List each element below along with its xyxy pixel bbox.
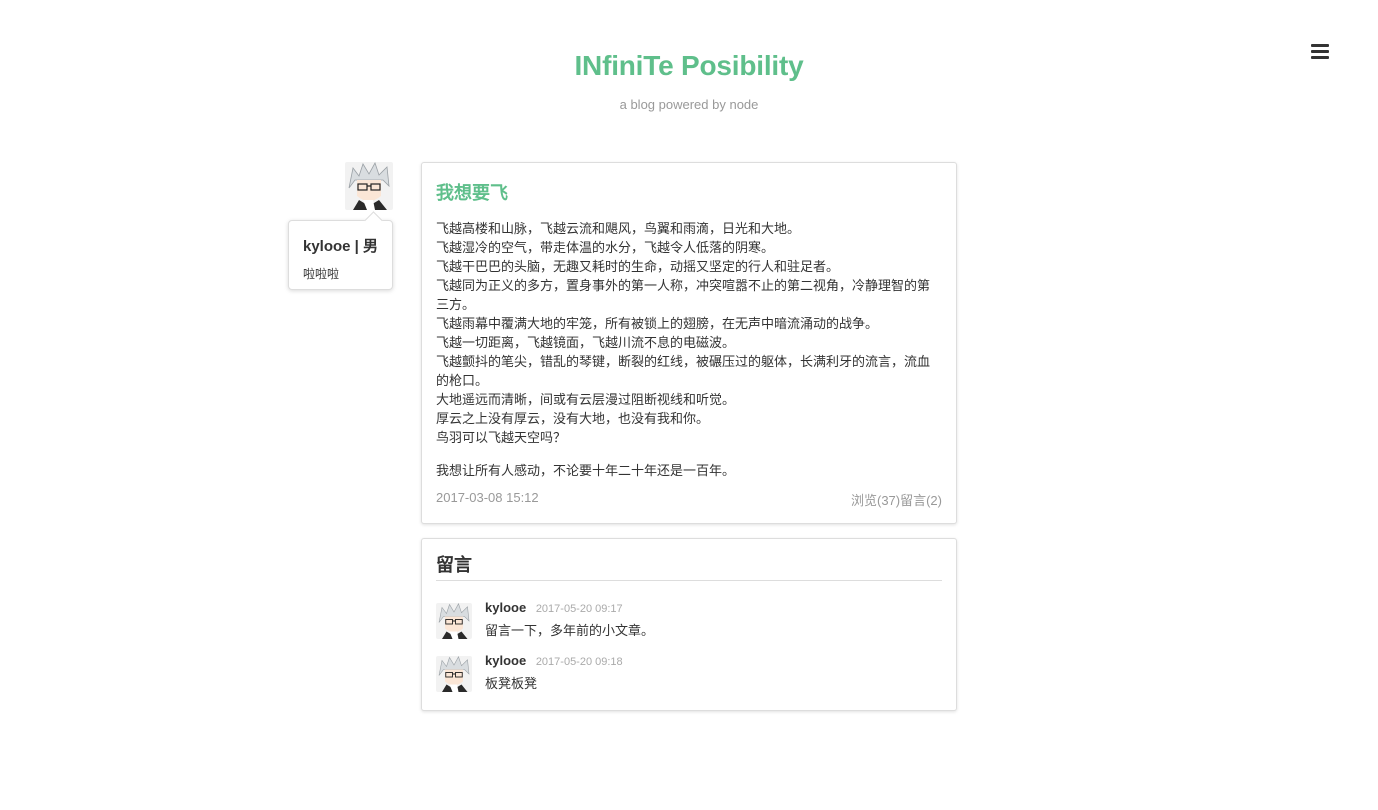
author-bio: 啦啦啦 bbox=[303, 267, 340, 281]
comment-text: 留言一下，多年前的小文章。 bbox=[485, 623, 655, 638]
comment-avatar[interactable] bbox=[436, 603, 472, 639]
post-date: 2017-03-08 15:12 bbox=[436, 490, 539, 505]
comment-avatar[interactable] bbox=[436, 656, 472, 692]
comments-card: 留言 kylooe 2017-05-20 09:17 留言一下，多年前的小文章。 bbox=[421, 538, 957, 711]
site-subtitle: a blog powered by node bbox=[619, 97, 759, 112]
post-closing: 我想让所有人感动，不论要十年二十年还是一百年。 bbox=[436, 463, 736, 478]
post-stats: 浏览(37)留言(2) bbox=[850, 493, 942, 508]
post-line: 大地遥远而清晰，间或有云层漫过阻断视线和听觉。 bbox=[436, 392, 736, 407]
post-body: 飞越高楼和山脉，飞越云流和飓风，鸟翼和雨滴，日光和大地。 飞越湿冷的空气，带走体… bbox=[436, 219, 942, 480]
comment-item: kylooe 2017-05-20 09:18 板凳板凳 bbox=[436, 653, 942, 692]
author-name[interactable]: kylooe | 男 bbox=[303, 235, 392, 256]
author-popover: kylooe | 男 啦啦啦 bbox=[288, 220, 393, 290]
post-line: 飞越干巴巴的头脑，无趣又耗时的生命，动摇又坚定的行人和驻足者。 bbox=[436, 259, 840, 274]
comment-author[interactable]: kylooe bbox=[485, 653, 526, 668]
comment-item: kylooe 2017-05-20 09:17 留言一下，多年前的小文章。 bbox=[436, 600, 942, 639]
comment-time: 2017-05-20 09:17 bbox=[535, 603, 623, 615]
post-line: 鸟羽可以飞越天空吗？ bbox=[436, 430, 567, 445]
post-line: 飞越高楼和山脉，飞越云流和飓风，鸟翼和雨滴，日光和大地。 bbox=[436, 221, 801, 236]
post-line: 飞越一切距离，飞越镜面，飞越川流不息的电磁波。 bbox=[436, 335, 736, 350]
post-line: 飞越同为正义的多方，置身事外的第一人称，冲突喧嚣不止的第二视角，冷静理智的第三方… bbox=[436, 278, 931, 312]
post-line: 飞越颤抖的笔尖，错乱的琴键，断裂的红线，被碾压过的躯体，长满利牙的流言，流血的枪… bbox=[436, 354, 931, 388]
comment-text: 板凳板凳 bbox=[485, 676, 538, 691]
post-line: 飞越雨幕中覆满大地的牢笼，所有被锁上的翅膀，在无声中暗流涌动的战争。 bbox=[436, 316, 879, 331]
post-line: 厚云之上没有厚云，没有大地，也没有我和你。 bbox=[436, 411, 710, 426]
post-line: 飞越湿冷的空气，带走体温的水分，飞越令人低落的阴寒。 bbox=[436, 240, 775, 255]
author-avatar[interactable] bbox=[345, 162, 393, 210]
post-card: 我想要飞 飞越高楼和山脉，飞越云流和飓风，鸟翼和雨滴，日光和大地。 飞越湿冷的空… bbox=[421, 162, 957, 524]
comment-author[interactable]: kylooe bbox=[485, 600, 526, 615]
comment-time: 2017-05-20 09:18 bbox=[535, 656, 623, 668]
site-title[interactable]: INfiniTe Posibility bbox=[0, 50, 1378, 82]
comments-title: 留言 bbox=[436, 551, 942, 581]
post-title[interactable]: 我想要飞 bbox=[436, 179, 942, 205]
post-meta: 2017-03-08 15:12 浏览(37)留言(2) bbox=[436, 490, 942, 509]
